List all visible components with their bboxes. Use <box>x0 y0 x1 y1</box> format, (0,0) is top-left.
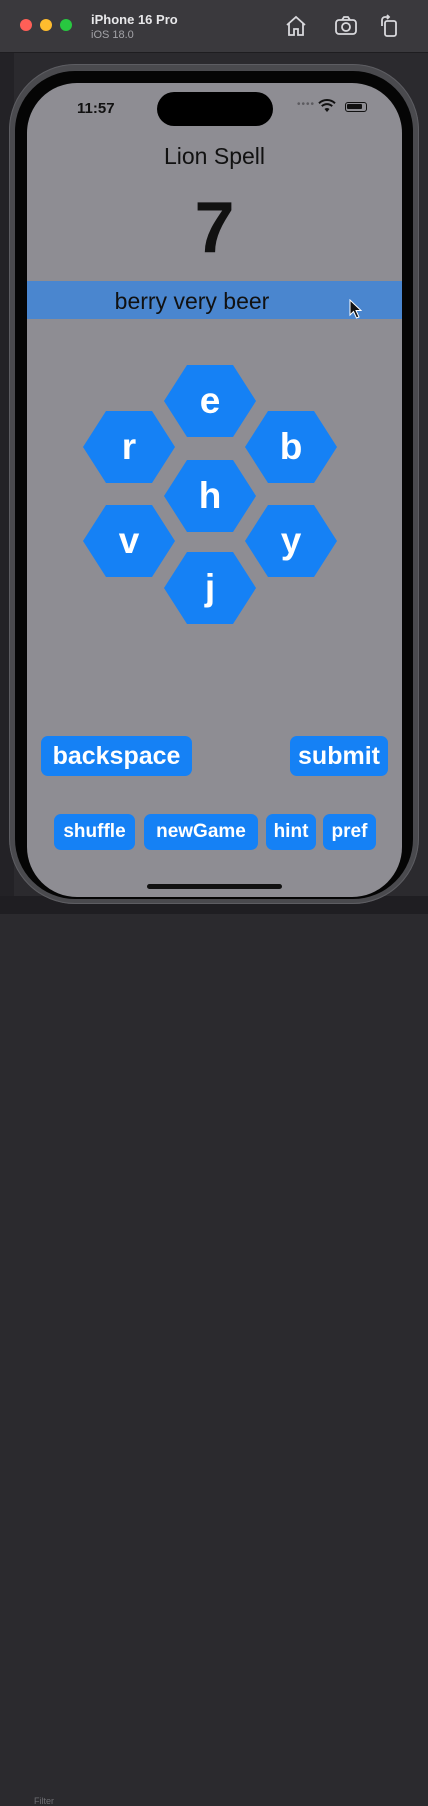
signal-icon: •••• <box>297 99 316 110</box>
device-name: iPhone 16 Pro <box>91 12 178 27</box>
letter-hex-upper-right[interactable]: b <box>245 411 337 483</box>
battery-icon <box>345 102 367 112</box>
device-os-version: iOS 18.0 <box>91 29 134 41</box>
status-time: 11:57 <box>77 100 115 117</box>
wifi-icon <box>318 99 336 113</box>
backspace-button[interactable]: backspace <box>41 736 192 776</box>
home-icon[interactable] <box>284 14 308 38</box>
dynamic-island <box>157 92 273 126</box>
score-display: 7 <box>194 188 235 268</box>
rotate-icon[interactable] <box>378 14 402 38</box>
simulator-titlebar: iPhone 16 Pro iOS 18.0 <box>0 0 428 53</box>
letter-hex-center[interactable]: h <box>164 460 256 532</box>
screenshot-icon[interactable] <box>334 14 358 38</box>
found-words-text: berry very beer <box>114 288 270 314</box>
close-window-button[interactable] <box>20 19 32 31</box>
letter-hex-bottom[interactable]: j <box>164 552 256 624</box>
mouse-cursor-icon <box>349 298 363 319</box>
letter-hex-lower-right[interactable]: y <box>245 505 337 577</box>
letter-hex-upper-left[interactable]: r <box>83 411 175 483</box>
zoom-window-button[interactable] <box>60 19 72 31</box>
pref-button[interactable]: pref <box>323 814 376 850</box>
letter-hex-top[interactable]: e <box>164 365 256 437</box>
submit-button[interactable]: submit <box>290 736 388 776</box>
home-indicator[interactable] <box>147 884 282 889</box>
shuffle-button[interactable]: shuffle <box>54 814 135 850</box>
hint-button[interactable]: hint <box>266 814 316 850</box>
letter-hex-lower-left[interactable]: v <box>83 505 175 577</box>
page-title: Lion Spell <box>163 143 266 169</box>
new-game-button[interactable]: newGame <box>144 814 258 850</box>
minimize-window-button[interactable] <box>40 19 52 31</box>
phone-screen: 11:57 •••• Lion Spell 7 berry very beer … <box>27 83 402 897</box>
ide-filter-label: Filter <box>34 1796 54 1806</box>
